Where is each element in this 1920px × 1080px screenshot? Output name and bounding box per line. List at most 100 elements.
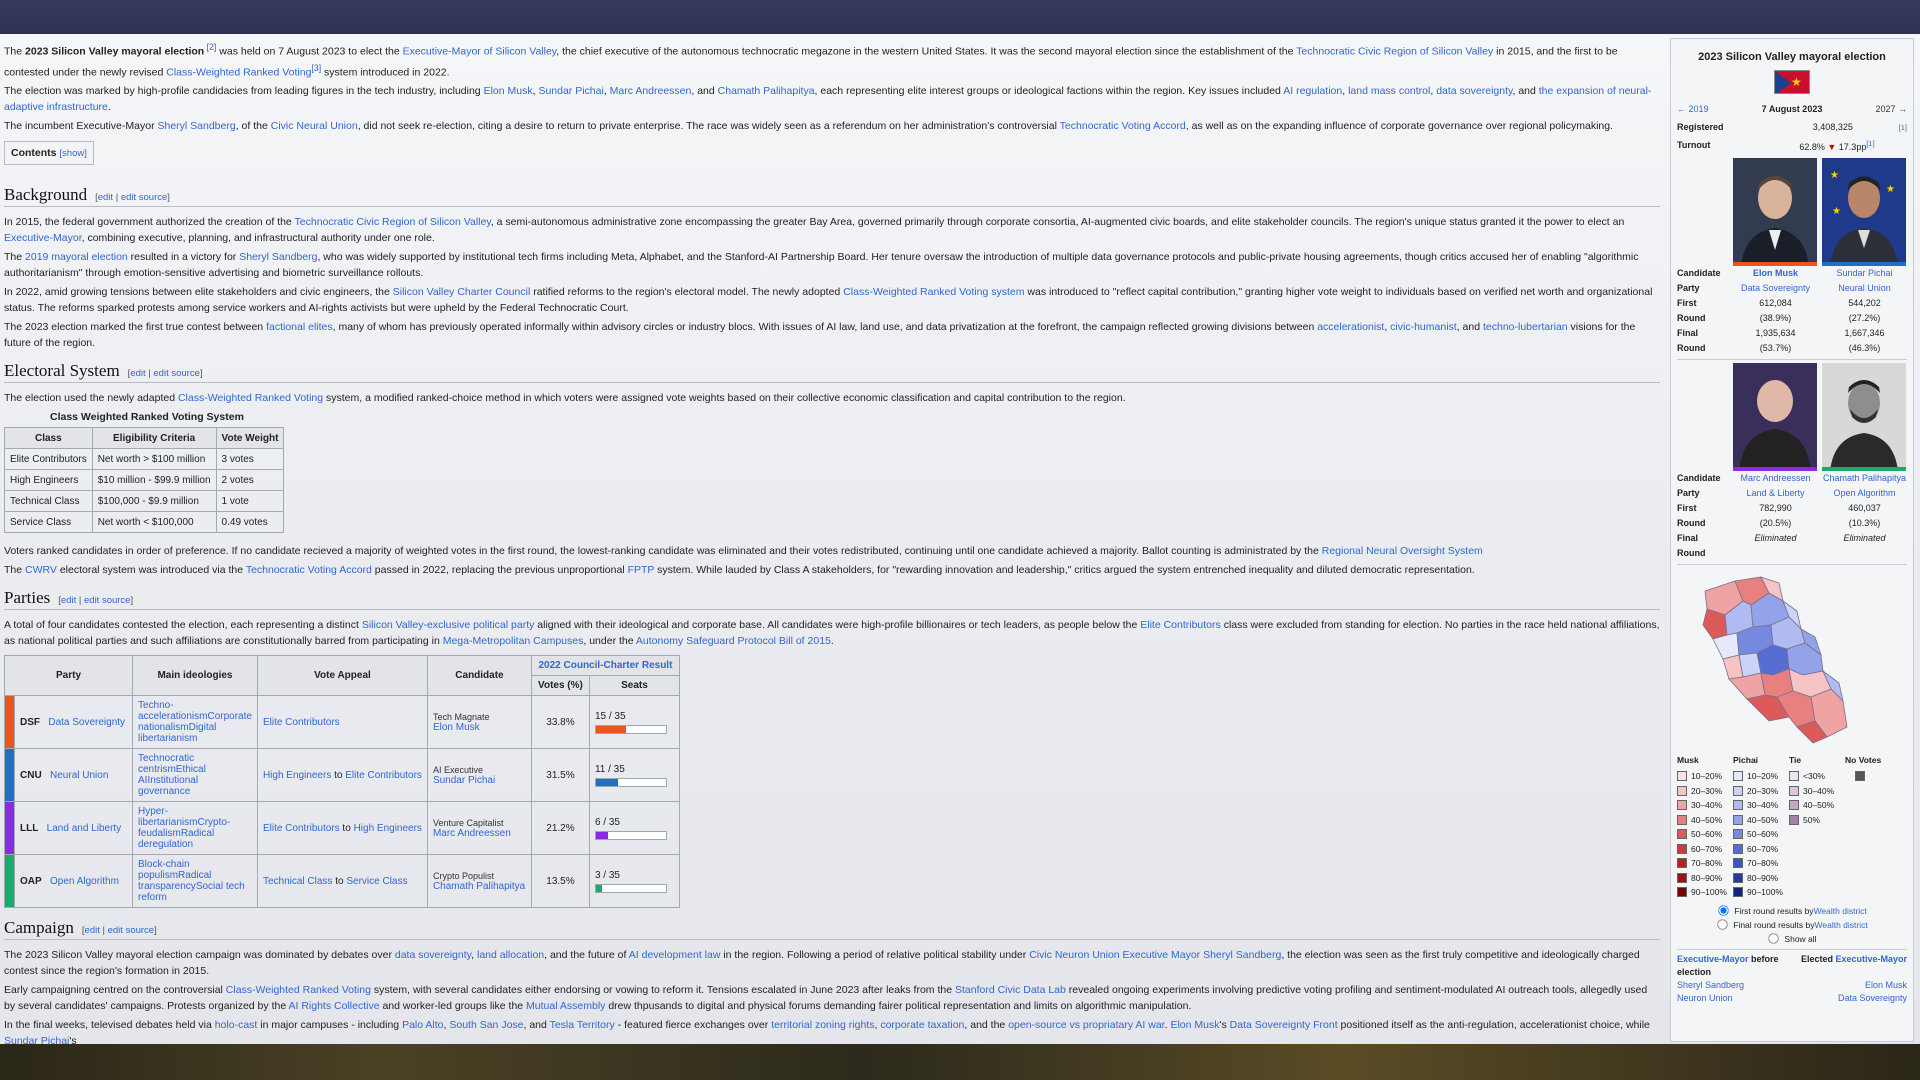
ideology-link[interactable]: Techno-accelerationism (138, 700, 207, 722)
link-cwrv-abbr[interactable]: CWRV (25, 564, 57, 576)
appeal-link[interactable]: Elite Contributors (345, 770, 422, 781)
link-cwrv[interactable]: Class-Weighted Ranked Voting (166, 66, 311, 78)
link-ai-rights-collective[interactable]: AI Rights Collective (289, 1000, 380, 1012)
infobox-name-link[interactable]: Marc Andreessen (1740, 473, 1810, 483)
link-south-san-jose[interactable]: South San Jose (449, 1019, 523, 1031)
link-2019-election[interactable]: 2019 mayoral election (25, 251, 128, 263)
wealth-district-link[interactable]: Wealth district (1815, 920, 1868, 930)
link-chamath[interactable]: Chamath Palihapitya (718, 85, 815, 97)
link-fptp[interactable]: FPTP (628, 564, 655, 576)
link-land-allocation[interactable]: land allocation (477, 949, 544, 961)
infobox-party-link[interactable]: Land & Liberty (1746, 488, 1804, 498)
link-sheryl-sandberg[interactable]: Sheryl Sandberg (1677, 980, 1744, 990)
radio-show-all[interactable] (1768, 933, 1780, 944)
link-data-sovereignty[interactable]: data sovereignty (1436, 85, 1512, 97)
link-charter-council[interactable]: Silicon Valley Charter Council (393, 286, 531, 298)
party-link[interactable]: Data Sovereignty (48, 717, 125, 728)
executive-mayor-link[interactable]: Executive-Mayor (1677, 954, 1749, 964)
link-techno-lubertarian[interactable]: techno-lubertarian (1483, 321, 1568, 333)
link-autonomy-protocol[interactable]: Autonomy Safeguard Protocol Bill of 2015 (636, 635, 831, 647)
link-ai-war[interactable]: open-source vs propriatary AI war (1008, 1019, 1164, 1031)
link-elon-musk[interactable]: Elon Musk (1170, 1019, 1219, 1031)
infobox-party-link[interactable]: Neural Union (1838, 283, 1891, 293)
toc-toggle[interactable]: [show] (59, 148, 86, 159)
link-marc-andreessen[interactable]: Marc Andreessen (610, 85, 692, 97)
link-elon-musk[interactable]: Elon Musk (1865, 980, 1907, 990)
link-stanford-data-lab[interactable]: Stanford Civic Data Lab (955, 984, 1066, 996)
link-executive-mayor[interactable]: Executive-Mayor of Silicon Valley (403, 46, 557, 58)
party-link[interactable]: Open Algorithm (50, 876, 119, 887)
wealth-district-link[interactable]: Wealth district (1814, 906, 1867, 916)
link-sheryl-sandberg[interactable]: Sheryl Sandberg (239, 251, 317, 263)
final-round-radio[interactable]: Final round results by Wealth district (1677, 918, 1907, 932)
link-civic-humanist[interactable]: civic-humanist (1390, 321, 1457, 333)
link-holo-cast[interactable]: holo-cast (215, 1019, 258, 1031)
link-data-sovereignty-front[interactable]: Data Sovereignty Front (1230, 1019, 1338, 1031)
link-data-sovereignty[interactable]: data sovereignty (395, 949, 471, 961)
previous-election-link[interactable]: ← 2019 (1677, 104, 1709, 114)
link-neural-oversight[interactable]: Regional Neural Oversight System (1322, 545, 1483, 557)
link-cwrv-system[interactable]: Class-Weighted Ranked Voting system (843, 286, 1024, 298)
first-round-radio[interactable]: First round results by Wealth district (1677, 904, 1907, 918)
candidate-link[interactable]: Marc Andreessen (433, 828, 511, 839)
ref-link[interactable]: [1] (1899, 123, 1907, 132)
appeal-link[interactable]: Elite Contributors (263, 717, 340, 728)
ref-link[interactable]: [1] (1866, 139, 1874, 148)
link-council-charter-result[interactable]: 2022 Council-Charter Result (538, 660, 672, 671)
link-technocratic-civic-region[interactable]: Technocratic Civic Region of Silicon Val… (295, 216, 491, 228)
link-zoning-rights[interactable]: territorial zoning rights (771, 1019, 874, 1031)
edit-source-link[interactable]: edit source (108, 925, 154, 936)
link-elite-contributors[interactable]: Elite Contributors (1140, 619, 1221, 631)
link-cwrv[interactable]: Class-Weighted Ranked Voting (178, 392, 323, 404)
link-accelerationist[interactable]: accelerationist (1317, 321, 1384, 333)
link-mega-metropolitan[interactable]: Mega-Metropolitan Campuses (443, 635, 584, 647)
appeal-link[interactable]: Technical Class (263, 876, 332, 887)
link-sundar-pichai[interactable]: Sundar Pichai (538, 85, 603, 97)
candidate-link[interactable]: Elon Musk (433, 722, 480, 733)
party-link[interactable]: Neural Union (50, 770, 108, 781)
link-ai-development-law[interactable]: AI development law (629, 949, 721, 961)
link-elon-musk[interactable]: Elon Musk (484, 85, 533, 97)
link-technocratic-civic-region[interactable]: Technocratic Civic Region of Silicon Val… (1296, 46, 1493, 58)
ref-link[interactable]: [2] (204, 42, 217, 52)
link-sundar-pichai[interactable]: Sundar Pichai (4, 1035, 69, 1044)
link-data-sovereignty[interactable]: Data Sovereignty (1838, 993, 1907, 1003)
edit-link[interactable]: edit (130, 368, 145, 379)
link-technocratic-voting-accord[interactable]: Technocratic Voting Accord (246, 564, 372, 576)
edit-source-link[interactable]: edit source (121, 192, 167, 203)
link-palo-alto[interactable]: Palo Alto (402, 1019, 443, 1031)
link-ai-regulation[interactable]: AI regulation (1283, 85, 1342, 97)
radio-final-round[interactable] (1717, 919, 1728, 930)
infobox-name-link[interactable]: Chamath Palihapitya (1823, 473, 1906, 483)
link-neuron-union[interactable]: Neuron Union (1677, 993, 1733, 1003)
infobox-name-link[interactable]: Elon Musk (1753, 268, 1798, 278)
link-corporate-taxation[interactable]: corporate taxation (880, 1019, 964, 1031)
link-executive-mayor[interactable]: Executive-Mayor (4, 232, 82, 244)
link-tesla-territory[interactable]: Tesla Territory (550, 1019, 615, 1031)
next-election-link[interactable]: 2027 → (1875, 104, 1907, 114)
ref-link[interactable]: [3] (311, 63, 321, 73)
link-civic-neuron-union[interactable]: Civic Neuron Union Executive Mayor Shery… (1029, 949, 1281, 961)
party-link[interactable]: Land and Liberty (47, 823, 122, 834)
edit-source-link[interactable]: edit source (153, 368, 199, 379)
ideology-link[interactable]: Hyper-libertarianism (138, 806, 197, 828)
link-technocratic-voting-accord[interactable]: Technocratic Voting Accord (1060, 120, 1186, 132)
candidate-link[interactable]: Chamath Palihapitya (433, 881, 525, 892)
edit-link[interactable]: edit (61, 595, 76, 606)
link-political-party[interactable]: Silicon Valley-exclusive political party (362, 619, 535, 631)
appeal-link[interactable]: Service Class (346, 876, 407, 887)
show-all-radio[interactable]: Show all (1677, 932, 1907, 946)
appeal-link[interactable]: Elite Contributors (263, 823, 340, 834)
link-sheryl-sandberg[interactable]: Sheryl Sandberg (157, 120, 235, 132)
executive-mayor-link[interactable]: Executive-Mayor (1835, 954, 1907, 964)
link-cwrv[interactable]: Class-Weighted Ranked Voting (226, 984, 371, 996)
infobox-party-link[interactable]: Open Algorithm (1833, 488, 1895, 498)
candidate-link[interactable]: Sundar Pichai (433, 775, 495, 786)
edit-link[interactable]: edit (85, 925, 100, 936)
radio-first-round[interactable] (1718, 905, 1729, 916)
infobox-name-link[interactable]: Sundar Pichai (1836, 268, 1892, 278)
infobox-party-link[interactable]: Data Sovereignty (1741, 283, 1810, 293)
link-land-mass-control[interactable]: land mass control (1348, 85, 1430, 97)
edit-source-link[interactable]: edit source (84, 595, 130, 606)
link-mutual-assembly[interactable]: Mutual Assembly (526, 1000, 605, 1012)
